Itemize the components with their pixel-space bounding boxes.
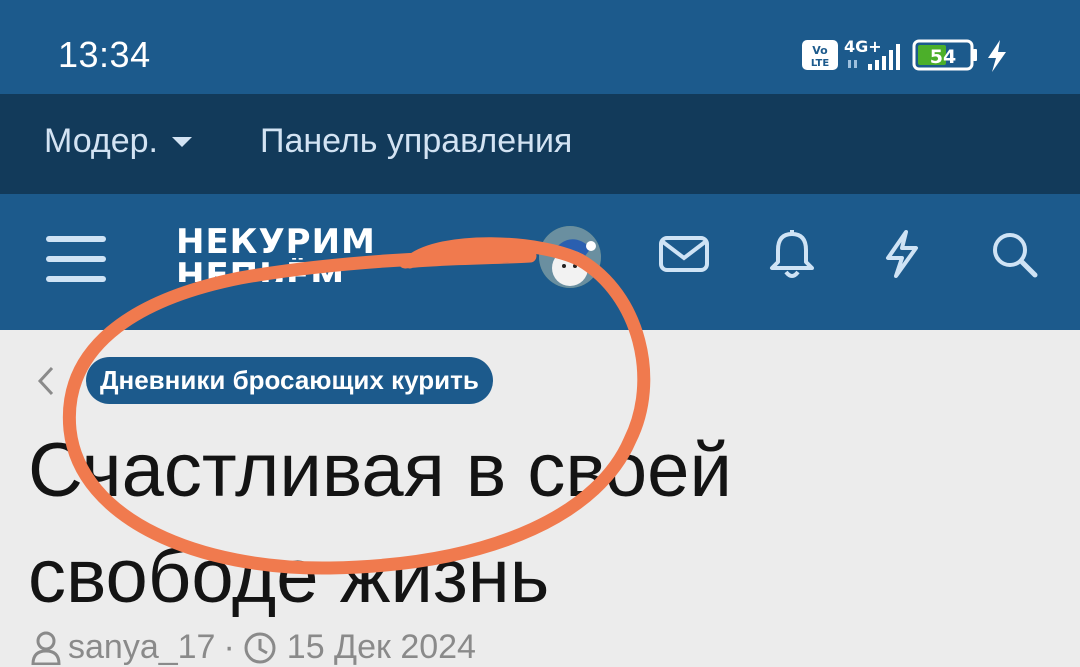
search-icon[interactable] — [988, 228, 1040, 280]
moderator-label: Модер. — [44, 122, 158, 160]
navigation-bar: НЕКУРИМ НЕПЬЁМ — [0, 194, 1080, 330]
moderator-bar: Модер. Панель управления — [0, 94, 1080, 194]
clock-icon — [244, 632, 276, 663]
logo-line-1: НЕКУРИМ — [176, 222, 376, 262]
volte-icon: Vo LTE — [802, 40, 838, 70]
menu-icon[interactable] — [46, 234, 106, 284]
thread-meta: sanya_17 · 15 Дек 2024 — [30, 628, 476, 667]
thread-content: Дневники бросающих курить Счастливая в с… — [0, 330, 1080, 666]
thread-author[interactable]: sanya_17 — [68, 628, 215, 667]
logo-line-2: НЕПЬЁМ — [176, 258, 346, 282]
charging-icon — [988, 40, 1006, 72]
signal-icon: 4G+ — [844, 37, 900, 70]
svg-text:54: 54 — [930, 46, 956, 68]
status-bar: 13:34 Vo LTE 4G+ 54 — [0, 0, 1080, 94]
bell-icon[interactable] — [766, 228, 818, 280]
svg-text:Vo: Vo — [812, 44, 828, 57]
svg-text:LTE: LTE — [811, 58, 830, 69]
battery-icon: 54 — [912, 39, 977, 71]
control-panel-link[interactable]: Панель управления — [260, 122, 572, 161]
avatar-image — [539, 226, 601, 288]
status-icons: Vo LTE 4G+ 54 — [802, 36, 1032, 72]
lightning-icon[interactable] — [876, 228, 928, 280]
thread-title: Счастливая в своей свободе жизнь — [28, 428, 732, 619]
moderator-menu[interactable]: Модер. — [44, 122, 194, 161]
status-time: 13:34 — [58, 34, 151, 75]
status-icons-svg: Vo LTE 4G+ 54 — [802, 37, 1006, 72]
user-icon — [31, 631, 61, 665]
meta-separator: · — [223, 628, 235, 666]
svg-text:4G+: 4G+ — [844, 37, 882, 56]
thread-date[interactable]: 15 Дек 2024 — [287, 628, 476, 667]
avatar[interactable] — [539, 226, 601, 288]
mail-icon[interactable] — [658, 228, 710, 280]
caret-down-icon — [171, 136, 192, 147]
category-badge[interactable]: Дневники бросающих курить — [86, 357, 493, 404]
control-panel-label: Панель управления — [260, 122, 573, 160]
back-chevron-icon[interactable] — [34, 364, 58, 398]
